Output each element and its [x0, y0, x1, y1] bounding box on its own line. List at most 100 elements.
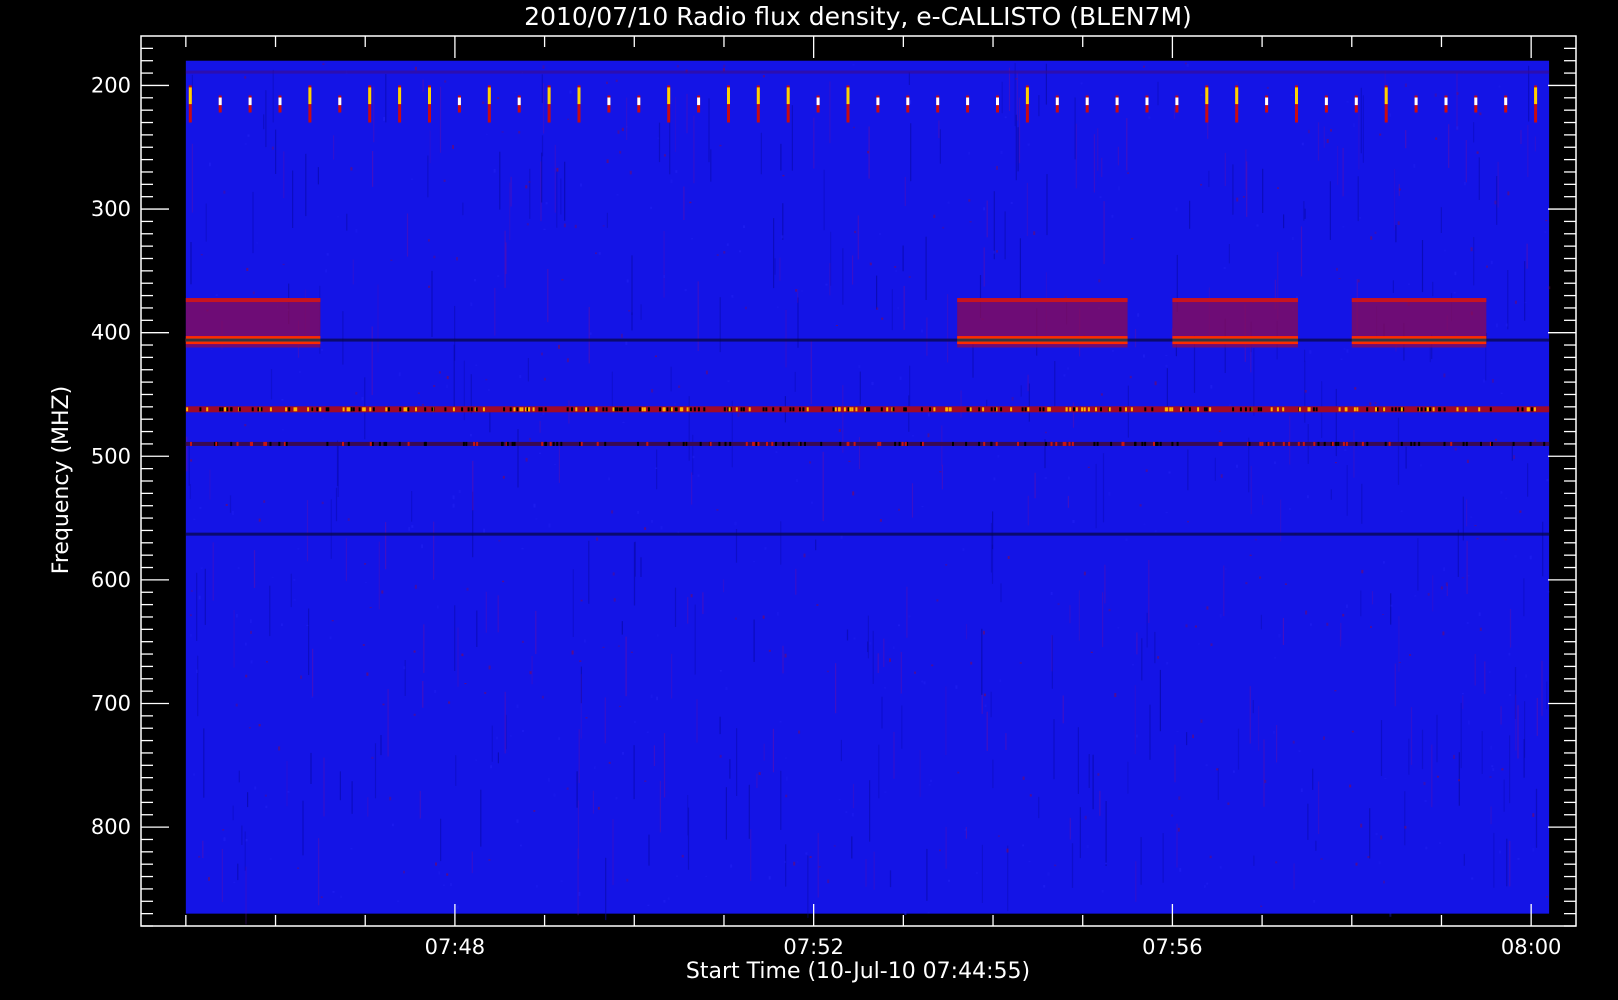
interference-speck	[995, 441, 998, 446]
interference-speck	[901, 441, 904, 446]
y-tick-label: 200	[91, 73, 131, 97]
noise-streak	[902, 245, 904, 272]
noise-speck	[675, 170, 678, 173]
interference-speck	[681, 407, 684, 412]
interference-speck	[647, 407, 650, 412]
burst-core	[517, 97, 521, 106]
noise-speck	[674, 403, 677, 405]
noise-speck	[1284, 583, 1287, 585]
noise-streak	[188, 446, 190, 486]
noise-streak	[858, 437, 861, 469]
noise-speck	[278, 746, 281, 751]
noise-speck	[421, 544, 424, 549]
noise-streak	[317, 167, 319, 185]
noise-streak	[1228, 244, 1230, 264]
noise-streak	[1323, 126, 1325, 148]
noise-speck	[1054, 864, 1057, 867]
noise-speck	[1309, 350, 1312, 354]
interference-speck	[407, 441, 410, 446]
noise-streak	[244, 831, 246, 871]
noise-speck	[655, 467, 658, 469]
noise-speck	[452, 145, 454, 149]
noise-streak	[1208, 170, 1210, 187]
noise-streak	[691, 472, 693, 505]
noise-speck	[246, 267, 249, 271]
noise-speck	[1192, 734, 1194, 739]
noise-speck	[1099, 196, 1102, 199]
interference-speck	[1391, 407, 1394, 412]
interference-speck	[387, 407, 390, 412]
noise-streak	[339, 771, 341, 801]
noise-streak	[253, 550, 256, 588]
noise-speck	[719, 754, 722, 758]
noise-speck	[543, 228, 546, 231]
noise-streak	[611, 371, 613, 407]
noise-speck	[1165, 512, 1168, 514]
noise-streak	[272, 69, 274, 123]
noise-streak	[1046, 174, 1048, 236]
noise-speck	[1307, 129, 1310, 134]
noise-streak	[229, 495, 232, 513]
noise-speck	[927, 433, 930, 438]
noise-streak	[813, 117, 815, 169]
noise-streak	[791, 105, 793, 171]
noise-streak	[1075, 123, 1077, 189]
noise-speck	[1349, 784, 1352, 788]
noise-streak	[1358, 100, 1360, 170]
interference-speck	[1232, 407, 1235, 412]
noise-speck	[548, 523, 551, 528]
interference-speck	[982, 407, 985, 412]
noise-streak	[558, 441, 560, 483]
interference-speck	[1338, 407, 1341, 412]
noise-speck	[263, 500, 266, 503]
interference-speck	[1331, 441, 1334, 446]
interference-speck	[503, 407, 506, 412]
noise-speck	[244, 424, 247, 427]
noise-speck	[730, 864, 733, 868]
noise-speck	[438, 871, 441, 875]
noise-streak	[883, 638, 885, 667]
noise-streak	[1005, 733, 1007, 750]
noise-speck	[1382, 561, 1385, 564]
noise-speck	[1483, 379, 1485, 383]
noise-speck	[428, 285, 431, 288]
noise-speck	[1206, 882, 1209, 885]
noise-speck	[1436, 775, 1439, 778]
noise-speck	[1165, 355, 1168, 357]
noise-speck	[1185, 624, 1188, 628]
interference-speck	[249, 441, 252, 446]
interference-speck	[219, 407, 222, 412]
interference-speck	[643, 407, 646, 412]
noise-streak	[539, 420, 541, 433]
noise-streak	[1020, 385, 1022, 397]
interference-speck	[748, 407, 751, 412]
noise-speck	[1498, 85, 1501, 88]
noise-speck	[1111, 350, 1114, 352]
y-tick-label: 400	[91, 321, 131, 345]
noise-streak	[1008, 67, 1011, 112]
noise-speck	[650, 694, 653, 699]
noise-speck	[1187, 520, 1189, 523]
burst-core	[786, 87, 790, 105]
interference-speck	[342, 441, 344, 446]
noise-speck	[684, 288, 687, 292]
noise-speck	[982, 630, 985, 635]
burst-core	[188, 87, 192, 105]
interference-speck	[1345, 407, 1348, 412]
noise-streak	[454, 305, 456, 361]
noise-speck	[250, 630, 252, 634]
interference-speck	[641, 407, 644, 412]
noise-streak	[209, 469, 211, 500]
noise-streak	[543, 83, 545, 134]
noise-speck	[247, 134, 250, 137]
noise-streak	[904, 176, 906, 206]
noise-speck	[322, 418, 325, 420]
noise-streak	[1456, 72, 1458, 131]
noise-speck	[1004, 116, 1007, 119]
noise-speck	[488, 665, 491, 670]
noise-streak	[455, 755, 457, 786]
noise-speck	[768, 876, 771, 880]
noise-streak	[1001, 81, 1003, 114]
noise-speck	[1336, 267, 1338, 271]
noise-speck	[1490, 260, 1493, 265]
